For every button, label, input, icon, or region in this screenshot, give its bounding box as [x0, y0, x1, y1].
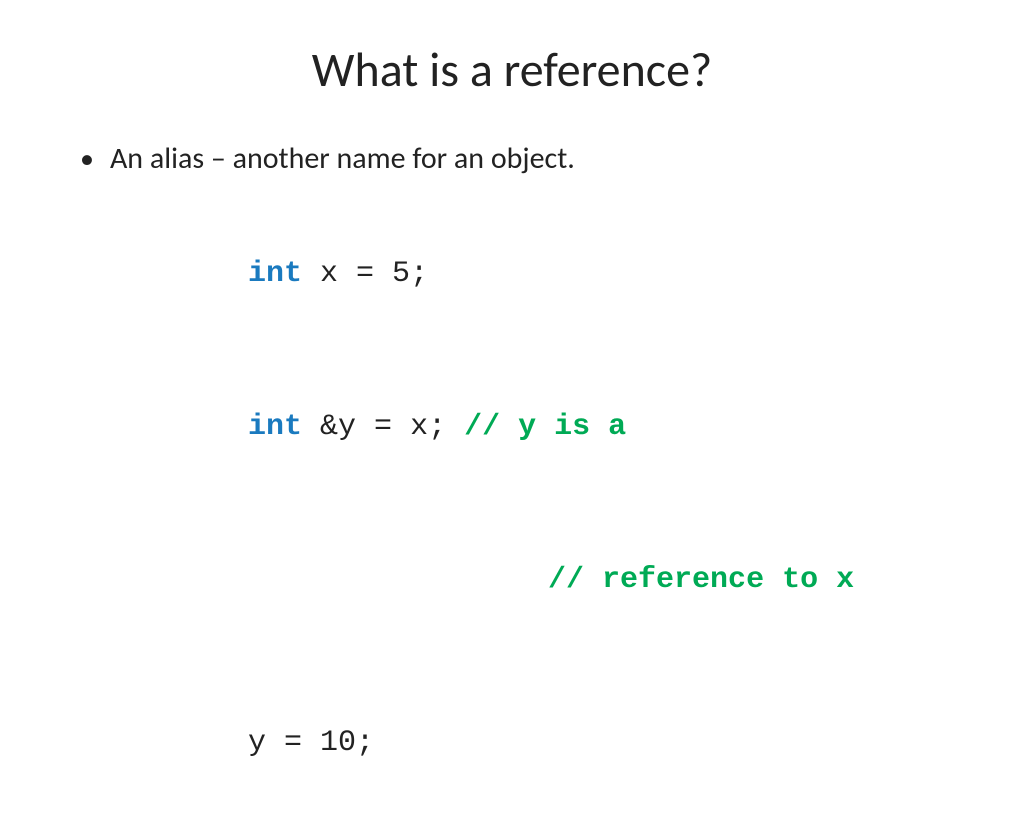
code-line-1: int x = 5; — [140, 198, 964, 351]
keyword-int-1: int — [248, 257, 302, 291]
code-line-1-rest: x = 5; — [302, 257, 428, 291]
comment-1: // y is a — [464, 410, 626, 444]
bullet-dot: • — [80, 141, 94, 177]
slide-title: What is a reference? — [60, 40, 964, 99]
code-line-2: int &y = x; // y is a — [140, 351, 964, 504]
code-line-4-text: y = 10; — [248, 726, 374, 760]
content-area: • An alias – another name for an object.… — [60, 139, 964, 820]
code-line-3: // reference to x — [140, 504, 964, 657]
code-line-4: y = 10; — [140, 667, 964, 820]
code-line-2-rest: &y = x; — [302, 410, 446, 444]
comment-2: // reference to x — [548, 563, 854, 597]
bullet-text: An alias – another name for an object. — [110, 139, 575, 178]
keyword-int-2: int — [248, 410, 302, 444]
bullet-item: • An alias – another name for an object. — [80, 139, 964, 178]
code-block: int x = 5; int &y = x; // y is a // refe… — [140, 198, 964, 820]
